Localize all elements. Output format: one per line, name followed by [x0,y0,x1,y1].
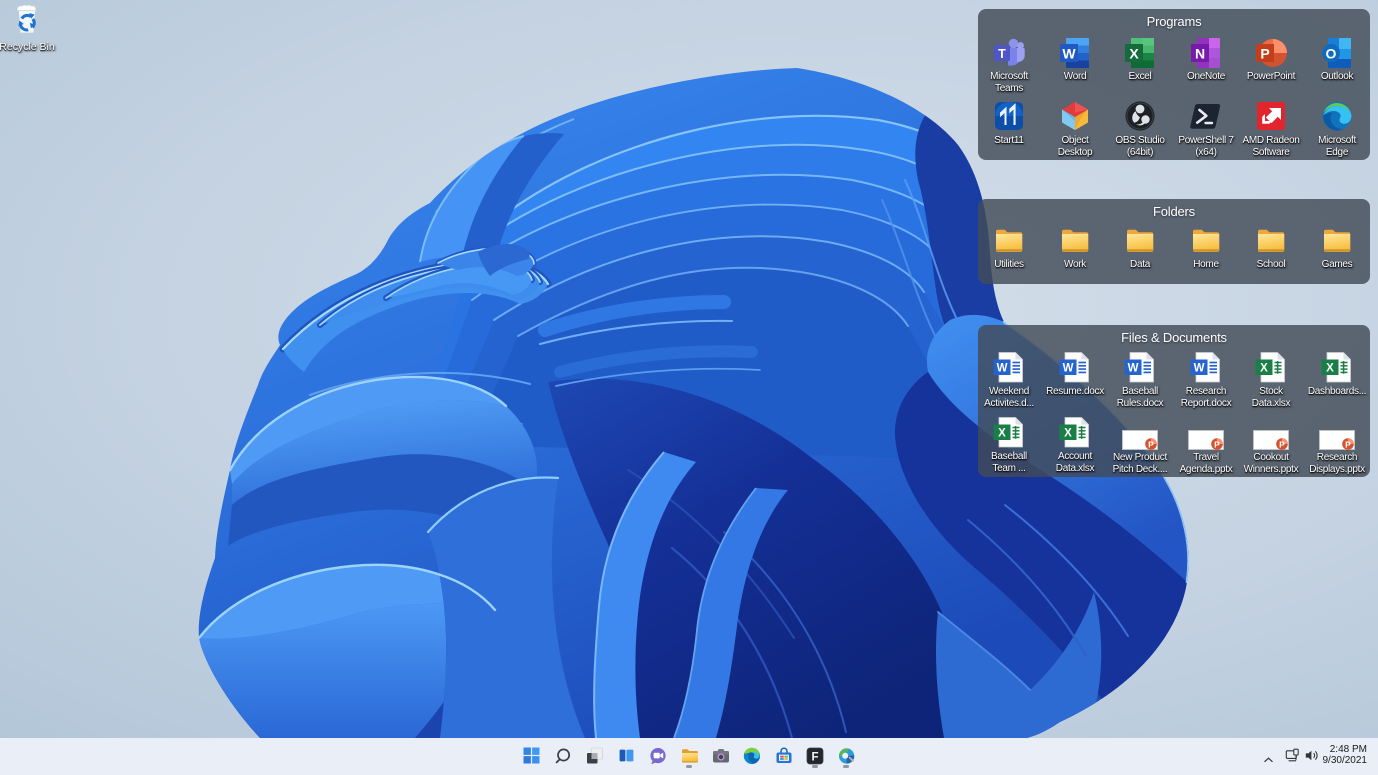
svg-text:F: F [811,751,818,763]
